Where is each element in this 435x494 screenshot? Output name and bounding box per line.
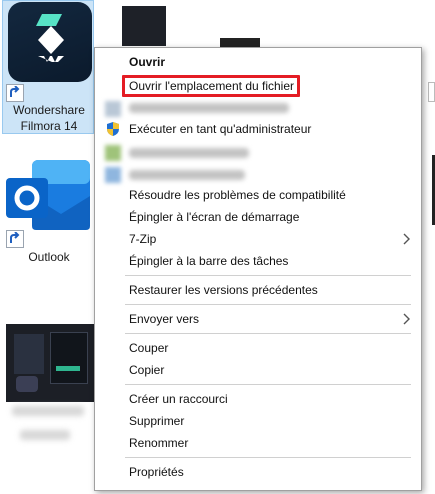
desktop-icon-filmora[interactable]: Wondershare Filmora 14 [0, 0, 95, 136]
context-menu: Ouvrir Ouvrir l'emplacement du fichier E… [94, 47, 422, 491]
menu-item-7zip[interactable]: 7-Zip [129, 229, 156, 249]
menu-separator [125, 457, 411, 458]
menu-separator [125, 304, 411, 305]
menu-item-delete[interactable]: Supprimer [129, 411, 184, 431]
outlook-app-icon [6, 160, 90, 230]
menu-item-open[interactable]: Ouvrir [129, 52, 165, 72]
outlook-label: Outlook [28, 250, 70, 264]
menu-item-rename[interactable]: Renommer [129, 433, 188, 453]
blurred-icon [105, 167, 121, 183]
desktop-icon-blurred[interactable] [0, 320, 95, 450]
blurred-thumbnail [6, 324, 94, 402]
blurred-label [20, 430, 70, 440]
chevron-right-icon [403, 233, 410, 245]
menu-item-create-shortcut[interactable]: Créer un raccourci [129, 389, 228, 409]
menu-item-pin-to-taskbar[interactable]: Épingler à la barre des tâches [129, 251, 288, 271]
filmora-logo-icon [36, 14, 64, 62]
blurred-icon [105, 101, 121, 117]
chevron-right-icon [403, 313, 410, 325]
menu-item-restore-previous-versions[interactable]: Restaurer les versions précédentes [129, 280, 318, 300]
background-window-fragment [122, 6, 166, 46]
menu-separator [125, 384, 411, 385]
shortcut-arrow-icon [6, 230, 24, 248]
blurred-label [12, 406, 84, 416]
background-window-fragment [220, 38, 260, 47]
menu-item-troubleshoot-compatibility[interactable]: Résoudre les problèmes de compatibilité [129, 185, 346, 205]
shortcut-arrow-icon [6, 84, 24, 102]
highlight-box [122, 75, 300, 97]
desktop-icon-outlook[interactable]: Outlook [0, 150, 95, 265]
menu-item-cut[interactable]: Couper [129, 338, 168, 358]
blurred-icon [105, 145, 121, 161]
menu-item-blurred[interactable] [129, 170, 245, 180]
background-window-edge [428, 82, 435, 102]
uac-shield-icon [107, 122, 119, 136]
menu-item-pin-to-start[interactable]: Épingler à l'écran de démarrage [129, 207, 299, 227]
menu-item-blurred[interactable] [129, 148, 249, 158]
filmora-label-line1: Wondershare [13, 103, 85, 117]
menu-item-run-as-admin[interactable]: Exécuter en tant qu'administrateur [129, 119, 311, 139]
filmora-label-line2: Filmora 14 [20, 119, 78, 133]
menu-item-blurred[interactable] [129, 103, 289, 113]
filmora-app-icon [8, 2, 92, 82]
menu-item-properties[interactable]: Propriétés [129, 462, 184, 482]
menu-item-copy[interactable]: Copier [129, 360, 164, 380]
menu-separator [125, 333, 411, 334]
menu-item-send-to[interactable]: Envoyer vers [129, 309, 199, 329]
menu-separator [125, 275, 411, 276]
